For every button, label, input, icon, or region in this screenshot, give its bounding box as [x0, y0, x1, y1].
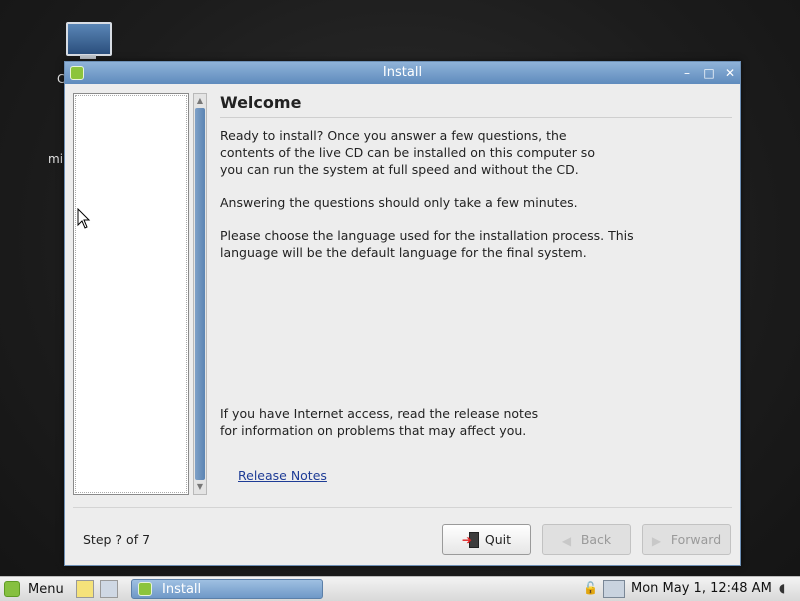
mint-logo-icon [4, 581, 20, 597]
step-list-scrollbar[interactable]: ▲ ▼ [193, 93, 207, 495]
footer-divider [73, 507, 732, 508]
desktop-icon-label-2: mi [48, 152, 64, 166]
taskbar-item-install[interactable]: Install [131, 579, 323, 599]
back-arrow-icon: ◀ [561, 533, 572, 548]
quit-button[interactable]: ➔ Quit [442, 524, 531, 555]
menu-label: Menu [28, 581, 64, 597]
welcome-content: Welcome Ready to install? Once you answe… [220, 93, 732, 495]
monitor-stand [80, 55, 96, 59]
back-button[interactable]: ◀ Back [542, 524, 631, 555]
intro-paragraph: Ready to install? Once you answer a few … [220, 128, 595, 177]
lock-icon[interactable]: 🔓 [583, 581, 598, 597]
page-title: Welcome [220, 93, 302, 112]
clock[interactable]: Mon May 1, 12:48 AM [631, 581, 772, 596]
taskbar-item-label: Install [162, 581, 202, 597]
step-indicator: Step ? of 7 [83, 532, 151, 547]
maximize-button[interactable]: □ [701, 65, 717, 81]
forward-button-label: Forward [670, 532, 722, 547]
volume-icon[interactable]: ◖ [779, 581, 785, 595]
install-window: Install – □ ✕ ▲ ▼ Welcome Ready to insta… [64, 61, 741, 566]
install-task-icon [138, 582, 152, 596]
language-paragraph: Please choose the language used for the … [220, 228, 634, 260]
terminal-launcher-icon[interactable] [100, 580, 118, 598]
minimize-button[interactable]: – [679, 65, 695, 81]
monitor-icon [66, 22, 112, 56]
scroll-up-icon[interactable]: ▲ [194, 95, 206, 107]
exit-door-icon: ➔ [462, 531, 482, 549]
taskbar: Menu Install 🔓 Mon May 1, 12:48 AM ◖ [0, 576, 800, 601]
quit-button-label: Quit [484, 532, 512, 547]
duration-paragraph: Answering the questions should only take… [220, 195, 578, 210]
heading-divider [220, 117, 732, 118]
mouse-cursor-icon [77, 208, 91, 229]
forward-button[interactable]: ▶ Forward [642, 524, 731, 555]
forward-arrow-icon: ▶ [651, 533, 662, 548]
computer-desktop-icon[interactable] [62, 20, 114, 64]
release-notes-link[interactable]: Release Notes [238, 468, 327, 483]
text-editor-launcher-icon[interactable] [76, 580, 94, 598]
scroll-down-icon[interactable]: ▼ [194, 481, 206, 493]
window-title: Install [382, 65, 423, 80]
scroll-thumb[interactable] [195, 108, 205, 480]
window-titlebar[interactable]: Install – □ ✕ [65, 62, 740, 84]
step-list[interactable] [73, 93, 189, 495]
close-button[interactable]: ✕ [722, 65, 738, 81]
network-icon[interactable] [603, 580, 625, 598]
release-info-paragraph: If you have Internet access, read the re… [220, 406, 539, 438]
back-button-label: Back [580, 532, 612, 547]
menu-button[interactable]: Menu [4, 579, 64, 599]
